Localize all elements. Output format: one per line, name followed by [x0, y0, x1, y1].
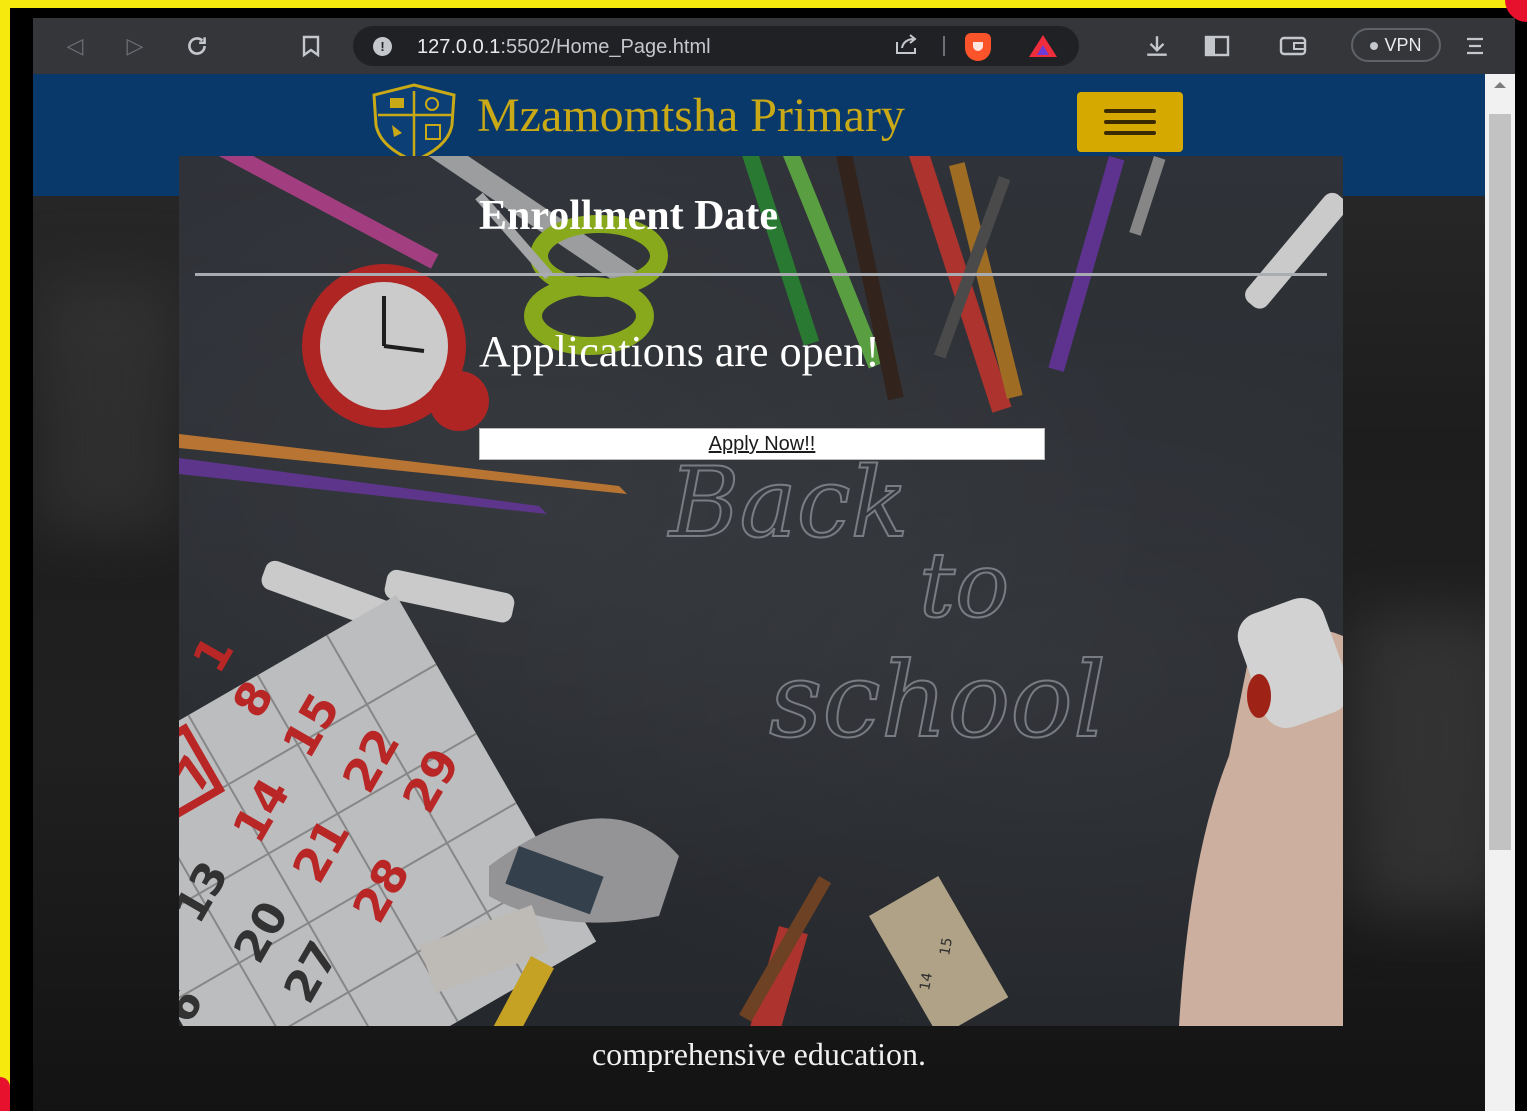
menu-bar	[1104, 131, 1156, 135]
scroll-thumb[interactable]	[1489, 114, 1511, 850]
title-divider	[195, 273, 1327, 276]
brave-rewards-icon[interactable]	[1029, 35, 1057, 57]
background-shape	[33, 274, 183, 534]
share-icon[interactable]	[893, 32, 921, 60]
vpn-button[interactable]: VPN	[1351, 28, 1441, 62]
page-scrollbar[interactable]	[1485, 74, 1515, 1111]
chalk-writing: to	[919, 533, 1009, 638]
url-host: 127.0.0.1	[417, 36, 501, 58]
ruler-number: 14	[917, 971, 936, 991]
enrollment-hero-card: 1 8 15 22 29 7 14 21 28 13 20 27 6 13 14…	[179, 156, 1343, 1026]
info-icon[interactable]: !	[373, 37, 392, 56]
sidebar-icon[interactable]	[1201, 30, 1233, 62]
bookmark-icon[interactable]	[295, 30, 327, 62]
page-viewport: Mzamomtsha Primary 1 8 15 22 29 7 14 21 …	[33, 74, 1485, 1111]
background-shape	[1353, 614, 1485, 914]
pencil	[1129, 156, 1166, 236]
back-to-school-illustration: 1 8 15 22 29 7 14 21 28 13 20 27 6 13 14…	[179, 156, 1343, 1026]
alarm-clock	[302, 264, 489, 431]
browser-toolbar: ◁ ▷ ! 127.0.0.1:5502/Home_Page.html VPN	[33, 18, 1515, 74]
vpn-label: VPN	[1384, 35, 1422, 55]
chalk	[1245, 192, 1343, 309]
ruler-number: 15	[937, 936, 956, 956]
address-bar[interactable]: ! 127.0.0.1:5502/Home_Page.html	[353, 26, 1079, 66]
menu-bar	[1104, 109, 1156, 113]
pencil	[1048, 156, 1125, 372]
wallet-icon[interactable]	[1277, 30, 1309, 62]
chalk-writing: Back	[667, 447, 909, 559]
applications-open-text: Applications are open!	[479, 327, 880, 376]
apply-now-button[interactable]: Apply Now!!	[479, 428, 1045, 460]
download-icon[interactable]	[1141, 30, 1173, 62]
url-separator	[943, 36, 945, 56]
pencil	[218, 156, 439, 269]
url-path: :5502/Home_Page.html	[500, 36, 711, 58]
browser-window: ◁ ▷ ! 127.0.0.1:5502/Home_Page.html VPN	[33, 18, 1515, 1111]
scroll-up-arrow-icon[interactable]	[1494, 82, 1506, 88]
chalk-writing: school	[769, 639, 1106, 761]
url-text[interactable]: 127.0.0.1:5502/Home_Page.html	[417, 36, 711, 59]
menu-icon[interactable]	[1459, 30, 1491, 62]
back-icon[interactable]: ◁	[59, 30, 91, 62]
calendar-number: 1	[182, 627, 245, 682]
ruler-number: 13	[897, 1006, 916, 1026]
enrollment-title: Enrollment Date	[479, 193, 779, 239]
frame-corner-bottom	[0, 1077, 10, 1111]
school-logo[interactable]	[366, 81, 462, 161]
hand-holding-chalk	[1179, 597, 1343, 1026]
menu-bar	[1104, 120, 1156, 124]
hamburger-menu-button[interactable]	[1077, 92, 1183, 152]
frame-left	[0, 0, 10, 1111]
footer-text: comprehensive education.	[591, 1036, 927, 1072]
site-brand[interactable]: Mzamomtsha Primary	[477, 88, 905, 143]
vpn-status-dot	[1370, 42, 1379, 51]
frame-top	[0, 0, 1527, 8]
ruler: 13 14 15	[869, 876, 1009, 1026]
reload-icon[interactable]	[181, 30, 213, 62]
forward-icon[interactable]: ▷	[119, 30, 151, 62]
brave-shields-icon[interactable]	[965, 33, 991, 61]
